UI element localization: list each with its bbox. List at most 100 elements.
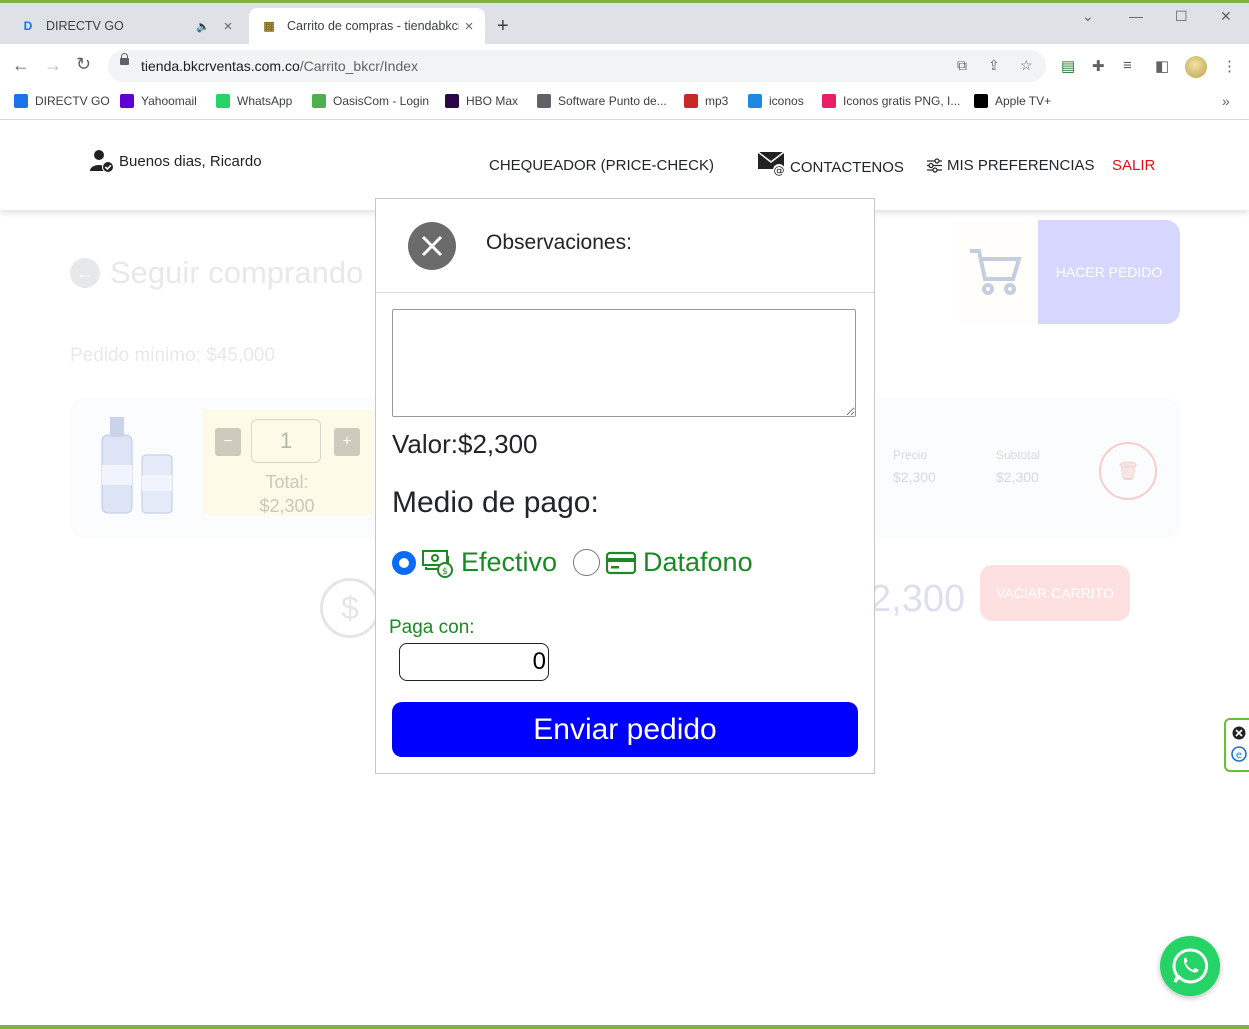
tab-close-icon[interactable]: × [218, 18, 238, 35]
pay-with-input[interactable] [399, 643, 549, 681]
payment-option-cash[interactable]: $ Efectivo [392, 547, 557, 578]
bookmark-8[interactable]: iconos [748, 94, 804, 108]
tab-directv[interactable]: D DIRECTV GO 🔈 × [8, 8, 244, 44]
widget-icons: e [1231, 726, 1247, 762]
bookmark-6[interactable]: Software Punto de... [537, 94, 667, 108]
mp3-icon [684, 94, 698, 108]
nav-contact[interactable]: @ CONTACTENOS [757, 149, 904, 177]
greeting-text: Buenos dias, Ricardo [119, 152, 262, 170]
lock-icon [120, 53, 129, 65]
modal-title: Observaciones: [486, 231, 632, 254]
new-tab-icon[interactable]: + [497, 15, 509, 38]
store-favicon-icon: ▦ [263, 19, 275, 33]
svg-text:$: $ [442, 567, 448, 577]
side-panel-icon[interactable]: ◧ [1155, 57, 1169, 75]
side-widget[interactable]: e [1224, 718, 1249, 772]
bookmark-label: OasisCom - Login [333, 94, 430, 108]
more-bookmarks-icon[interactable]: » [1222, 93, 1230, 109]
bookmark-1[interactable]: DIRECTV GO [14, 94, 110, 108]
bookmark-label: Software Punto de... [558, 94, 667, 108]
item-price: Precio $2,300 [893, 448, 936, 485]
payment-option-card[interactable]: Datafono [573, 547, 753, 578]
cash-radio[interactable] [392, 550, 416, 575]
tab-strip: D DIRECTV GO 🔈 × ▦ Carrito de compras - … [0, 0, 1249, 44]
yahoo-icon [120, 94, 134, 108]
observations-modal: Observaciones: Valor:$2,300 Medio de pag… [375, 198, 875, 774]
maximize-icon[interactable]: ☐ [1175, 8, 1188, 25]
menu-kebab-icon[interactable]: ⋮ [1222, 57, 1237, 75]
svg-text:@: @ [774, 164, 785, 177]
card-radio[interactable] [573, 549, 600, 576]
window-close-icon[interactable]: ✕ [1220, 8, 1232, 25]
trash-icon[interactable]: 🗑 [1099, 442, 1157, 500]
tab-close-icon[interactable]: × [459, 18, 479, 35]
tab-carrito[interactable]: ▦ Carrito de compras - tiendabkcr × [249, 8, 485, 44]
bookmark-label: DIRECTV GO [35, 94, 110, 108]
extensions-icon[interactable]: ✚ [1092, 57, 1105, 75]
nav-price-check[interactable]: CHEQUEADOR (PRICE-CHECK) [489, 157, 714, 174]
nav-preferences[interactable]: MIS PREFERENCIAS [926, 157, 1095, 174]
nav-logout[interactable]: SALIR [1112, 157, 1155, 174]
empty-cart-button[interactable]: VACIAR CARRITO [980, 565, 1130, 621]
bookmark-7[interactable]: mp3 [684, 94, 728, 108]
media-control-icon[interactable]: ≡ [1123, 57, 1132, 74]
forward-icon[interactable]: → [44, 55, 62, 76]
tab-title: Carrito de compras - tiendabkcr [287, 19, 459, 33]
share-icon[interactable]: ⇪ [988, 57, 1000, 74]
pay-with-label: Paga con: [389, 617, 475, 638]
credit-card-icon [606, 551, 636, 574]
quantity-input[interactable]: 1 [251, 419, 321, 463]
speaker-muted-icon[interactable]: 🔈 [196, 20, 210, 33]
bookmark-3[interactable]: WhatsApp [216, 94, 292, 108]
svg-text:e: e [1236, 750, 1242, 761]
profile-avatar[interactable] [1185, 56, 1207, 78]
bookmark-4[interactable]: OasisCom - Login [312, 94, 429, 108]
user-greeting: Buenos dias, Ricardo [88, 148, 262, 174]
minimize-icon[interactable]: — [1129, 8, 1143, 24]
back-link[interactable]: ← Seguir comprando [70, 255, 363, 291]
bookmark-label: Yahoomail [141, 94, 197, 108]
directv-icon [14, 94, 28, 108]
order-value: Valor:$2,300 [392, 429, 538, 459]
tab-search-icon[interactable]: ⌄ [1082, 8, 1094, 25]
arrow-left-circle-icon: ← [70, 258, 100, 288]
bookmark-label: Iconos gratis PNG, I... [843, 94, 961, 108]
bookmark-2[interactable]: Yahoomail [120, 94, 197, 108]
close-modal-button[interactable] [408, 222, 456, 270]
bookmark-10[interactable]: Apple TV+ [974, 94, 1051, 108]
mail-at-icon: @ [757, 151, 785, 177]
bookmark-9[interactable]: Iconos gratis PNG, I... [822, 94, 960, 108]
item-total: Total: $2,300 [259, 472, 315, 516]
reload-icon[interactable]: ↻ [76, 54, 91, 75]
minus-bag-icon[interactable]: − [215, 428, 241, 456]
bookmark-label: HBO Max [466, 94, 519, 108]
bookmark-label: iconos [769, 94, 804, 108]
bookmark-star-icon[interactable]: ☆ [1020, 57, 1033, 74]
nav-contact-label: CONTACTENOS [790, 158, 904, 176]
product-image [101, 417, 173, 514]
cash-icon: $ [422, 549, 453, 578]
url-text[interactable]: tienda.bkcrventas.com.co/Carrito_bkcr/In… [141, 58, 418, 74]
bookmark-5[interactable]: HBO Max [445, 94, 518, 108]
observations-textarea[interactable] [392, 309, 856, 417]
sheets-extension-icon[interactable]: ▤ [1061, 57, 1075, 75]
window-accent-bottom [0, 1025, 1249, 1029]
whatsapp-icon [216, 94, 230, 108]
min-order-text: Pedido minimo: $45,000 [70, 345, 275, 366]
back-icon[interactable]: ← [12, 55, 30, 76]
globe-icon [537, 94, 551, 108]
directv-icon: D [23, 19, 33, 33]
open-in-app-icon[interactable]: ⧉ [957, 57, 967, 74]
payment-method-heading: Medio de pago: [392, 486, 599, 519]
modal-header: Observaciones: [376, 199, 874, 293]
send-order-button[interactable]: Enviar pedido [392, 702, 858, 757]
nav-preferences-label: MIS PREFERENCIAS [947, 157, 1095, 174]
sliders-icon [927, 158, 942, 173]
card-label: Datafono [643, 547, 753, 577]
window-accent [0, 0, 1249, 3]
place-order-button[interactable]: HACER PEDIDO [1038, 220, 1180, 324]
grand-total: 2,300 [870, 578, 966, 620]
whatsapp-float-button[interactable] [1160, 936, 1220, 996]
bookmark-label: Apple TV+ [995, 94, 1052, 108]
plus-bag-icon[interactable]: + [334, 428, 360, 456]
